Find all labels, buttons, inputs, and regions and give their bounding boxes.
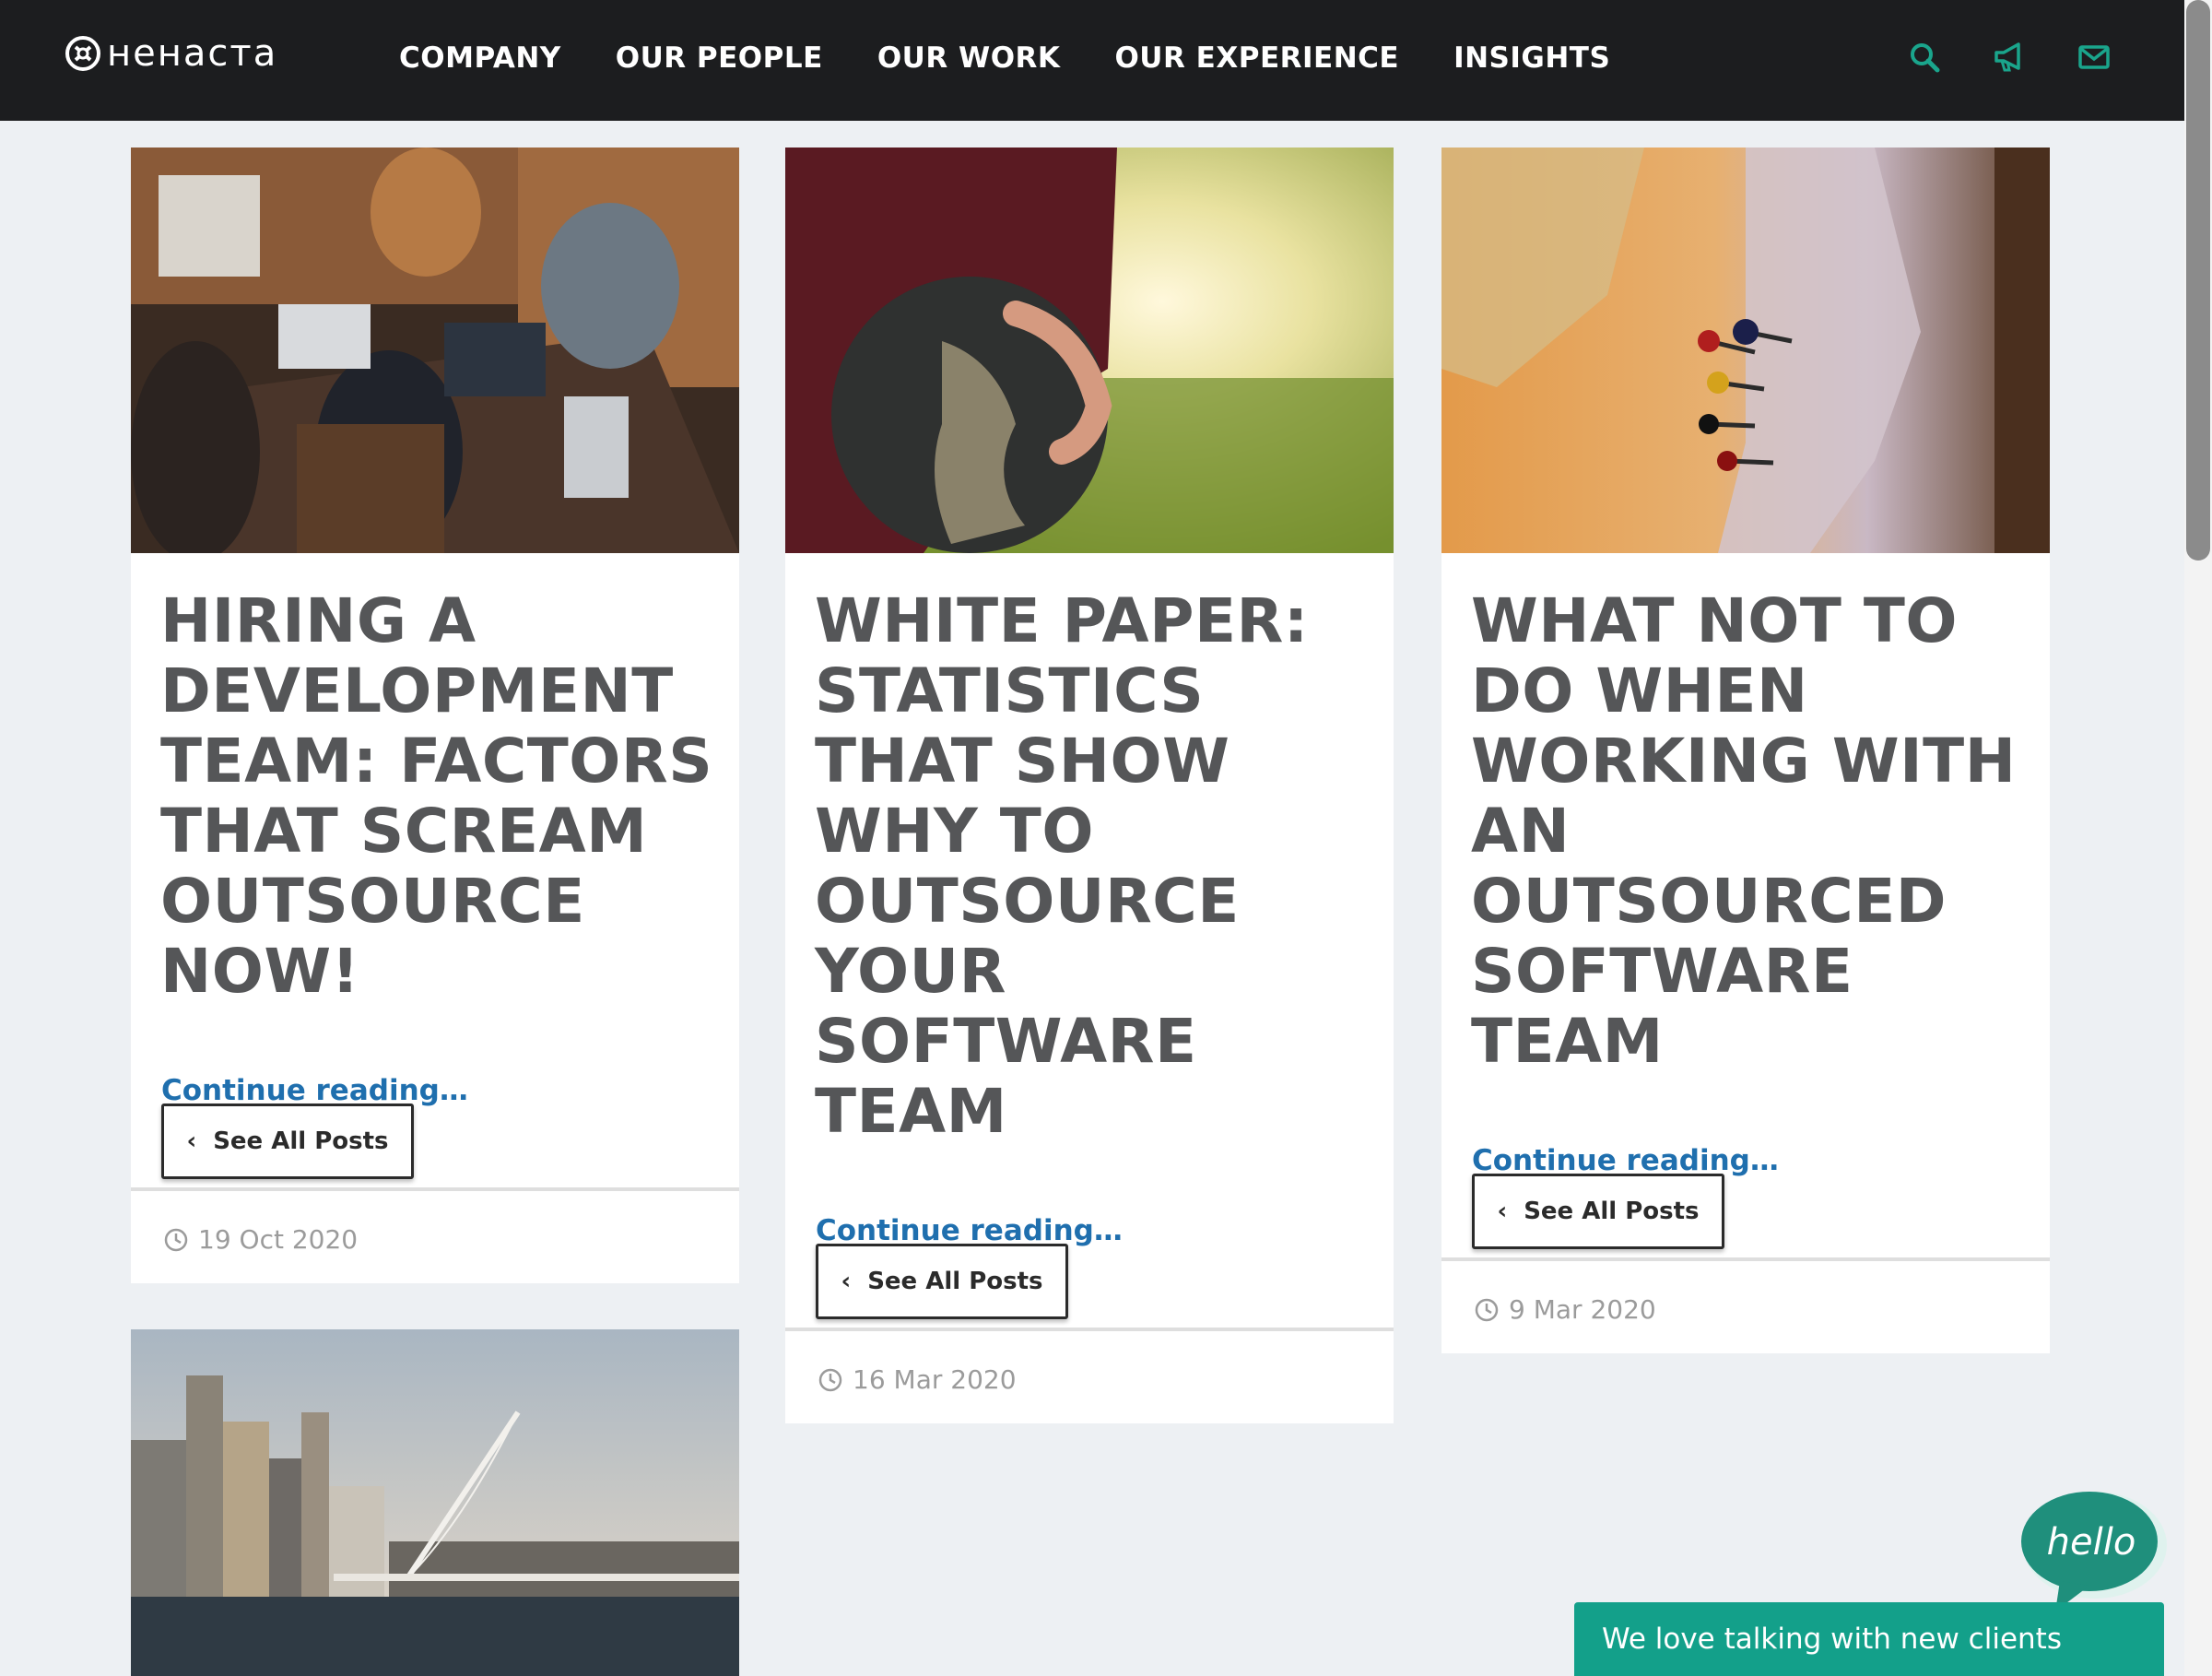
card-divider xyxy=(1441,1257,2050,1261)
scrollbar-thumb[interactable] xyxy=(2186,0,2210,561)
nav-item-company[interactable]: COMPANY xyxy=(399,41,561,75)
clock-icon xyxy=(1475,1298,1499,1321)
see-all-posts-button[interactable]: ‹ See All Posts xyxy=(816,1244,1068,1319)
card-divider xyxy=(785,1328,1394,1331)
see-all-posts-label: See All Posts xyxy=(867,1268,1043,1295)
mail-icon[interactable] xyxy=(2077,41,2111,74)
post-image-team-laptops[interactable] xyxy=(131,148,739,553)
post-title[interactable]: HIRING A DEVELOPMENT TEAM: FACTORS THAT … xyxy=(131,586,743,1007)
nav-item-our-experience[interactable]: OUR EXPERIENCE xyxy=(1114,41,1399,75)
hello-text: hello xyxy=(2047,1521,2136,1564)
card-divider xyxy=(131,1187,739,1191)
main-nav: COMPANY OUR PEOPLE OUR WORK OUR EXPERIEN… xyxy=(399,0,1610,116)
post-date: 19 Oct 2020 xyxy=(163,1224,358,1255)
top-navigation-bar: нeнacтa COMPANY OUR PEOPLE OUR WORK OUR … xyxy=(0,0,2184,121)
nav-item-insights[interactable]: INSIGHTS xyxy=(1453,41,1610,75)
see-all-posts-label: See All Posts xyxy=(213,1127,389,1155)
post-card: WHAT NOT TO DO WHEN WORKING WITH AN OUTS… xyxy=(1441,148,2050,1353)
post-card xyxy=(131,1329,739,1676)
post-date: 9 Mar 2020 xyxy=(1474,1294,1656,1325)
hello-chat-bubble[interactable]: hello xyxy=(2014,1484,2171,1613)
nav-item-our-people[interactable]: OUR PEOPLE xyxy=(616,41,823,75)
chat-launcher-label: We love talking with new clients xyxy=(1602,1623,2062,1656)
logo-icon xyxy=(65,36,100,71)
see-all-posts-button[interactable]: ‹ See All Posts xyxy=(1472,1174,1724,1249)
post-image-city-bridge[interactable] xyxy=(131,1329,739,1676)
post-image-globe-field[interactable] xyxy=(785,148,1394,553)
post-date-text: 9 Mar 2020 xyxy=(1509,1294,1656,1325)
speech-bubble-icon: hello xyxy=(2021,1492,2167,1611)
chevron-left-icon: ‹ xyxy=(1497,1198,1508,1225)
chevron-left-icon: ‹ xyxy=(186,1127,197,1155)
post-date: 16 Mar 2020 xyxy=(818,1364,1017,1395)
search-icon[interactable] xyxy=(1908,41,1941,74)
see-all-posts-label: See All Posts xyxy=(1524,1198,1700,1225)
post-image-map-pins[interactable] xyxy=(1441,148,2050,553)
megaphone-icon[interactable] xyxy=(1993,41,2026,74)
nav-item-our-work[interactable]: OUR WORK xyxy=(877,41,1061,75)
header-tools xyxy=(1908,41,2111,74)
chevron-left-icon: ‹ xyxy=(841,1268,852,1295)
post-card: WHITE PAPER: STATISTICS THAT SHOW WHY TO… xyxy=(785,148,1394,1423)
post-date-text: 16 Mar 2020 xyxy=(853,1364,1017,1395)
continue-reading-link[interactable]: Continue reading… xyxy=(1472,1144,1779,1177)
continue-reading-link[interactable]: Continue reading… xyxy=(161,1074,468,1107)
see-all-posts-button[interactable]: ‹ See All Posts xyxy=(161,1104,414,1179)
clock-icon xyxy=(164,1228,188,1251)
post-date-text: 19 Oct 2020 xyxy=(198,1224,359,1255)
chat-launcher-bar[interactable]: We love talking with new clients xyxy=(1574,1602,2164,1676)
post-title[interactable]: WHITE PAPER: STATISTICS THAT SHOW WHY TO… xyxy=(785,586,1397,1147)
post-card: HIRING A DEVELOPMENT TEAM: FACTORS THAT … xyxy=(131,148,739,1283)
brand-logo[interactable]: нeнacтa xyxy=(65,28,277,79)
continue-reading-link[interactable]: Continue reading… xyxy=(816,1214,1123,1247)
brand-name: нeнacтa xyxy=(107,32,278,75)
post-title[interactable]: WHAT NOT TO DO WHEN WORKING WITH AN OUTS… xyxy=(1441,586,2053,1077)
clock-icon xyxy=(818,1368,842,1391)
